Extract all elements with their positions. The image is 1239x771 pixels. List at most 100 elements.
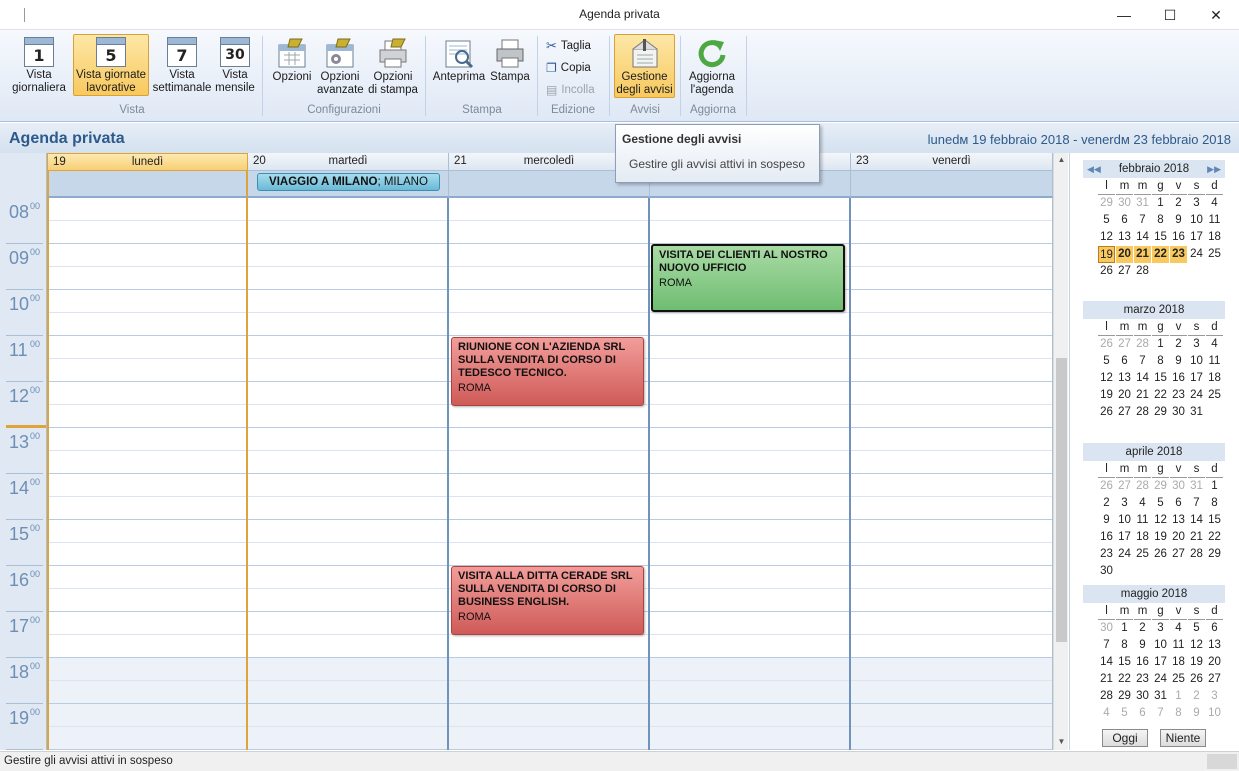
time-slot[interactable]	[650, 589, 849, 612]
time-slot[interactable]	[49, 474, 246, 497]
allday-cell[interactable]	[47, 171, 248, 198]
calendar-day[interactable]: 24	[1188, 387, 1205, 404]
next-month-icon[interactable]: ▶▶	[1207, 160, 1221, 178]
time-slot[interactable]	[449, 267, 648, 290]
calendar-day[interactable]: 4	[1170, 620, 1187, 637]
calendar-day[interactable]: 13	[1170, 512, 1187, 529]
taglia-button[interactable]: ✂ Taglia	[546, 38, 591, 54]
calendar-day[interactable]: 28	[1134, 478, 1151, 495]
time-slot[interactable]	[49, 382, 246, 405]
calendar-day[interactable]: 11	[1206, 212, 1223, 229]
calendar-day[interactable]: 12	[1098, 229, 1115, 246]
appointment[interactable]: RIUNIONE CON L'AZIENDA SRL SULLA VENDITA…	[451, 337, 644, 406]
calendar-day[interactable]: 29	[1206, 546, 1223, 563]
time-slot[interactable]	[650, 727, 849, 750]
calendar-day[interactable]: 1	[1116, 620, 1133, 637]
calendar-day[interactable]: 27	[1116, 404, 1133, 421]
stampa-button[interactable]: Stampa	[489, 34, 531, 85]
calendar-day[interactable]: 10	[1188, 353, 1205, 370]
calendar-day[interactable]: 15	[1152, 229, 1169, 246]
time-slot[interactable]	[851, 681, 1052, 704]
calendar-day[interactable]: 25	[1134, 546, 1151, 563]
calendar-day[interactable]: 19	[1098, 387, 1115, 404]
calendar-day[interactable]: 17	[1188, 370, 1205, 387]
calendar-day[interactable]: 2	[1134, 620, 1151, 637]
calendar-day[interactable]: 12	[1098, 370, 1115, 387]
time-slot[interactable]	[449, 244, 648, 267]
time-slot[interactable]	[49, 589, 246, 612]
vista-mensile-button[interactable]: 30 Vista mensile	[214, 34, 256, 96]
time-slot[interactable]	[851, 566, 1052, 589]
time-slot[interactable]	[49, 405, 246, 428]
time-slot[interactable]	[650, 566, 849, 589]
calendar-day[interactable]: 14	[1134, 370, 1151, 387]
aggiorna-agenda-button[interactable]: Aggiorna l'agenda	[684, 34, 740, 98]
calendar-day[interactable]: 1	[1170, 688, 1187, 705]
time-slot[interactable]	[49, 520, 246, 543]
scroll-up-arrow-icon[interactable]: ▲	[1054, 155, 1069, 164]
time-slot[interactable]	[851, 267, 1052, 290]
allday-event[interactable]: VIAGGIO A MILANO; MILANO	[257, 173, 440, 191]
calendar-day[interactable]: 6	[1116, 212, 1133, 229]
calendar-day[interactable]: 1	[1152, 336, 1169, 353]
time-slot[interactable]	[851, 658, 1052, 681]
calendar-day[interactable]: 28	[1098, 688, 1115, 705]
time-slot[interactable]	[851, 290, 1052, 313]
scrollbar-thumb[interactable]	[1056, 358, 1067, 642]
calendar-day[interactable]: 14	[1134, 229, 1151, 246]
time-slot[interactable]	[49, 221, 246, 244]
time-slot[interactable]	[851, 382, 1052, 405]
time-slot[interactable]	[248, 612, 447, 635]
calendar-day[interactable]: 7	[1098, 637, 1115, 654]
time-slot[interactable]	[248, 681, 447, 704]
calendar-day[interactable]: 8	[1152, 212, 1169, 229]
day-header-20[interactable]: 20 martedì	[248, 153, 449, 171]
time-slot[interactable]	[49, 451, 246, 474]
calendar-day[interactable]: 13	[1206, 637, 1223, 654]
calendar-day[interactable]: 24	[1152, 671, 1169, 688]
calendar-day[interactable]: 5	[1188, 620, 1205, 637]
calendar-day[interactable]: 20	[1116, 387, 1133, 404]
time-slot[interactable]	[449, 727, 648, 750]
time-slot[interactable]	[449, 658, 648, 681]
calendar-day[interactable]: 3	[1188, 336, 1205, 353]
day-grid[interactable]: l m m g v s d 29 30 31 1 2 3 4 5 6 7 8 9 10 11 12 13 14 15 16 17 18…	[1098, 178, 1225, 280]
allday-cell[interactable]	[851, 171, 1053, 198]
day-column-23[interactable]	[851, 198, 1053, 750]
time-slot[interactable]	[449, 704, 648, 727]
time-slot[interactable]	[851, 727, 1052, 750]
calendar-day[interactable]: 18	[1134, 529, 1151, 546]
calendar-day[interactable]: 25	[1170, 671, 1187, 688]
time-slot[interactable]	[248, 658, 447, 681]
time-slot[interactable]	[248, 221, 447, 244]
time-slot[interactable]	[248, 336, 447, 359]
calendar-day[interactable]: 7	[1134, 353, 1151, 370]
calendar-day[interactable]: 2	[1170, 336, 1187, 353]
time-slot[interactable]	[449, 313, 648, 336]
calendar-day[interactable]: 7	[1134, 212, 1151, 229]
calendar-day[interactable]: 23	[1098, 546, 1115, 563]
today-button[interactable]: Oggi	[1102, 729, 1148, 747]
minimize-button[interactable]: —	[1101, 0, 1147, 30]
calendar-day[interactable]: 31	[1134, 195, 1151, 212]
calendar-day[interactable]: 19	[1188, 654, 1205, 671]
appointment[interactable]: VISITA DEI CLIENTI AL NOSTRO NUOVO UFFIC…	[651, 244, 845, 312]
time-slot[interactable]	[650, 428, 849, 451]
calendar-day[interactable]: 24	[1188, 246, 1205, 263]
time-slot[interactable]	[248, 566, 447, 589]
calendar-day[interactable]: 21	[1134, 246, 1151, 263]
calendar-day[interactable]: 9	[1170, 353, 1187, 370]
time-slot[interactable]	[248, 727, 447, 750]
calendar-day[interactable]: 27	[1116, 263, 1133, 280]
time-slot[interactable]	[49, 336, 246, 359]
calendar-day[interactable]: 16	[1170, 370, 1187, 387]
time-slot[interactable]	[851, 520, 1052, 543]
calendar-day[interactable]: 29	[1116, 688, 1133, 705]
time-slot[interactable]	[248, 451, 447, 474]
calendar-day[interactable]: 16	[1170, 229, 1187, 246]
calendar-day[interactable]: 26	[1098, 336, 1115, 353]
calendar-day[interactable]: 10	[1152, 637, 1169, 654]
calendar-day[interactable]: 29	[1152, 478, 1169, 495]
time-slot[interactable]	[650, 474, 849, 497]
calendar-day[interactable]: 26	[1098, 478, 1115, 495]
